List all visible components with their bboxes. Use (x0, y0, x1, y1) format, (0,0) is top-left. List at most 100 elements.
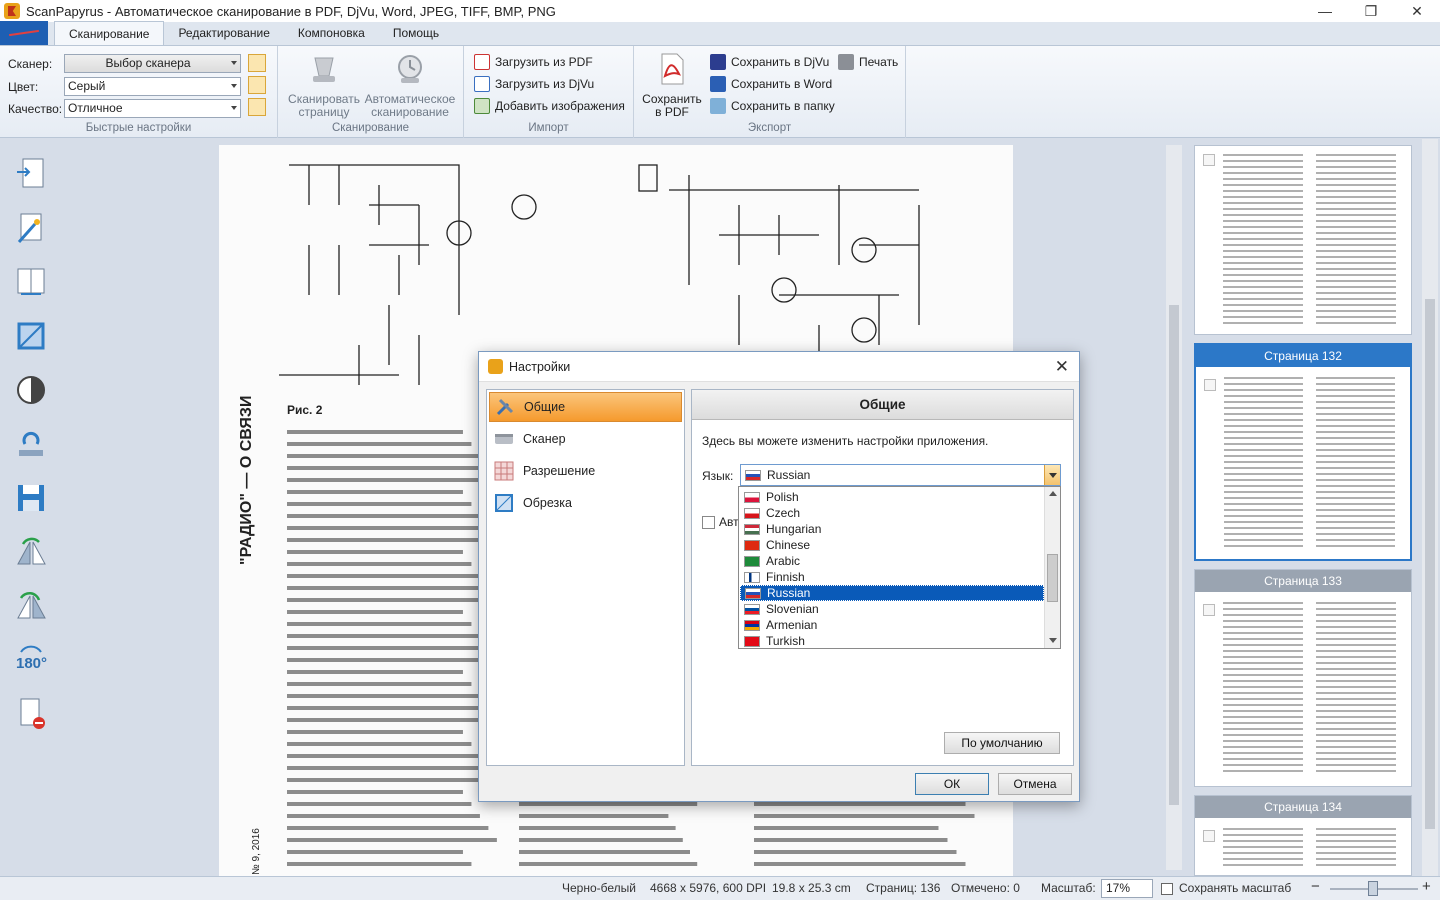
language-option-label: Russian (767, 586, 811, 600)
import-group-label: Импорт (528, 122, 569, 134)
page-size-icon[interactable] (248, 54, 266, 72)
flip-left-icon[interactable] (13, 534, 49, 570)
close-window-button[interactable]: ✕ (1394, 0, 1440, 22)
scroll-thumb[interactable] (1047, 554, 1058, 602)
language-option-turkish[interactable]: Turkish (740, 633, 1044, 649)
auto-option[interactable]: Авт (702, 515, 739, 529)
app-menu-button[interactable] (0, 21, 48, 45)
document-scrollbar[interactable] (1166, 145, 1182, 870)
scanner-icon (313, 57, 335, 82)
save-folder-button[interactable]: Сохранить в папку (710, 97, 835, 115)
keep-zoom-checkbox[interactable] (1161, 883, 1173, 895)
save-pdf-button[interactable]: Сохранить в PDF (640, 52, 704, 119)
language-option-arabic[interactable]: Arabic (740, 553, 1044, 569)
cancel-button[interactable]: Отмена (998, 773, 1072, 795)
auto-option-checkbox[interactable] (702, 515, 715, 529)
scroll-down-icon[interactable] (1049, 638, 1057, 643)
chevron-down-icon[interactable] (1044, 465, 1060, 485)
scanner-settings-icon[interactable] (248, 98, 266, 116)
add-images-button[interactable]: Добавить изображения (474, 97, 625, 115)
nav-scanner[interactable]: Сканер (489, 424, 682, 454)
left-toolbar: 180° (0, 139, 64, 876)
thumbnail-checkbox[interactable] (1203, 604, 1215, 616)
general-settings-panel: Общие Здесь вы можете изменить настройки… (691, 389, 1074, 766)
language-option-label: Czech (766, 506, 801, 520)
thumbnail-preview (1223, 150, 1401, 328)
print-button[interactable]: Печать (838, 53, 898, 71)
tab-editing[interactable]: Редактирование (164, 21, 283, 45)
nav-resolution[interactable]: Разрешение (489, 456, 682, 486)
czech-flag-icon (744, 507, 760, 519)
zoom-out-button[interactable]: − (1311, 878, 1320, 895)
armenian-flag-icon (744, 619, 760, 631)
quality-select[interactable]: Отличное (64, 99, 241, 118)
language-option-polish[interactable]: Polish (740, 489, 1044, 505)
language-option-chinese[interactable]: Chinese (740, 537, 1044, 553)
thumbnail-page-132[interactable]: Страница 132 (1194, 343, 1412, 561)
delete-page-icon[interactable] (13, 696, 49, 732)
zoom-input[interactable]: 17% (1101, 879, 1153, 898)
maximize-button[interactable]: ❐ (1348, 0, 1394, 22)
scanner-icon (495, 434, 513, 444)
color-select[interactable]: Серый (64, 77, 241, 96)
contrast-icon[interactable] (13, 372, 49, 408)
language-option-label: Chinese (766, 538, 811, 552)
default-button[interactable]: По умолчанию (944, 732, 1060, 754)
crop-icon[interactable] (13, 318, 49, 354)
menu-tabs: Сканирование Редактирование Компоновка П… (0, 21, 1440, 46)
language-option-slovenian[interactable]: Slovenian (740, 601, 1044, 617)
tab-layout[interactable]: Компоновка (284, 21, 379, 45)
thumbnail-checkbox[interactable] (1203, 154, 1215, 166)
polish-flag-icon (744, 491, 760, 503)
thumbnail-page-134[interactable]: Страница 134 (1194, 795, 1412, 876)
scanner-label: Сканер: (8, 56, 53, 71)
app-logo-icon (488, 359, 503, 374)
scroll-up-icon[interactable] (1049, 491, 1057, 496)
save-icon[interactable] (13, 480, 49, 516)
language-option-label: Slovenian (766, 602, 819, 616)
nav-general[interactable]: Общие (489, 392, 682, 422)
tab-scanning[interactable]: Сканирование (54, 21, 165, 45)
thumbnail-label: Страница 134 (1195, 796, 1411, 818)
save-word-button[interactable]: Сохранить в Word (710, 75, 832, 93)
page-import-icon[interactable] (13, 156, 49, 192)
thumbnail-page-133[interactable]: Страница 133 (1194, 569, 1412, 787)
thumbnail-checkbox[interactable] (1204, 379, 1216, 391)
thumbnail-checkbox[interactable] (1203, 830, 1215, 842)
language-option-armenian[interactable]: Armenian (740, 617, 1044, 633)
magic-wand-icon[interactable] (13, 210, 49, 246)
save-djvu-button[interactable]: Сохранить в DjVu (710, 53, 829, 71)
rescan-icon[interactable] (13, 426, 49, 462)
thumbnail-page-131[interactable] (1194, 145, 1412, 335)
crop-icon (495, 494, 513, 512)
zoom-in-button[interactable]: + (1422, 878, 1431, 895)
rotate-180-icon[interactable]: 180° (13, 642, 49, 678)
zoom-slider-handle[interactable] (1368, 881, 1378, 896)
language-option-czech[interactable]: Czech (740, 505, 1044, 521)
language-label: Язык: (702, 469, 734, 483)
auto-scan-button[interactable]: Автоматическое сканирование (364, 52, 456, 119)
settings-nav: Общие Сканер Разрешение Обрезка (486, 389, 685, 766)
minimize-button[interactable]: — (1302, 0, 1348, 22)
book-split-icon[interactable] (13, 264, 49, 300)
pdf-icon (474, 54, 490, 70)
thumbnails-scrollbar[interactable] (1422, 139, 1438, 876)
scanner-select[interactable]: Выбор сканера (64, 54, 241, 73)
language-option-russian[interactable]: Russian (740, 585, 1044, 601)
nav-crop[interactable]: Обрезка (489, 488, 682, 518)
djvu-save-icon (710, 54, 726, 70)
load-djvu-button[interactable]: Загрузить из DjVu (474, 75, 594, 93)
ok-button[interactable]: ОК (915, 773, 989, 795)
scan-page-button[interactable]: Сканировать страницу (282, 52, 366, 119)
language-select[interactable]: Russian (740, 464, 1061, 486)
tab-help[interactable]: Помощь (379, 21, 453, 45)
language-list-scrollbar[interactable] (1044, 487, 1060, 648)
auto-scan-icon (398, 55, 422, 83)
dialog-close-button[interactable]: ✕ (1055, 357, 1069, 377)
flip-right-icon[interactable] (13, 588, 49, 624)
language-option-finnish[interactable]: Finnish (740, 569, 1044, 585)
language-option-label: Finnish (766, 570, 805, 584)
load-pdf-button[interactable]: Загрузить из PDF (474, 53, 593, 71)
language-option-hungarian[interactable]: Hungarian (740, 521, 1044, 537)
crop-area-icon[interactable] (248, 76, 266, 94)
